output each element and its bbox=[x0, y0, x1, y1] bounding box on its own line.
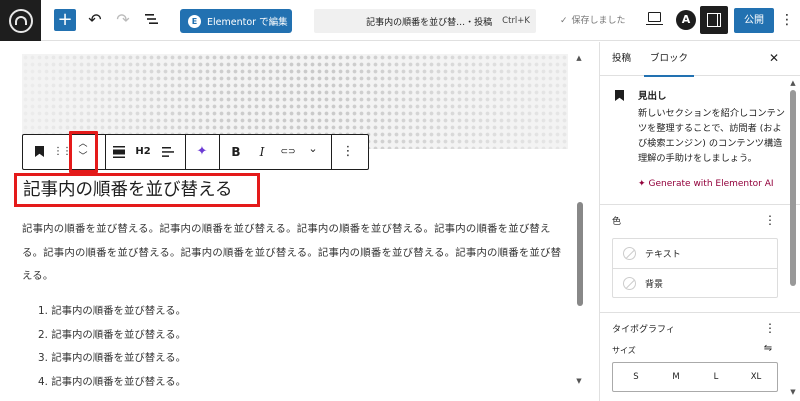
more-rich-text-chevron-icon[interactable]: ⌄ bbox=[306, 135, 320, 169]
edit-with-elementor-button[interactable]: E Elementor で編集 bbox=[180, 9, 292, 33]
list-item[interactable]: 4. 記事内の順番を並び替える。 bbox=[38, 371, 186, 395]
paragraph-block[interactable]: 記事内の順番を並び替える。記事内の順番を並び替える。記事内の順番を並び替える。記… bbox=[22, 218, 570, 289]
ai-sparkle-icon: ✦ bbox=[638, 179, 646, 189]
command-palette-button[interactable]: 記事内の順番を並び替…・投稿 Ctrl+K bbox=[314, 9, 536, 33]
block-mover-buttons[interactable]: ︿ ﹀ bbox=[75, 138, 91, 164]
block-description: 新しいセクションを紹介しコンテンツを整理することで、訪問者 (および検索エンジン… bbox=[638, 108, 785, 164]
elementor-icon: E bbox=[188, 14, 201, 28]
plus-icon: + bbox=[57, 9, 73, 30]
list-item[interactable]: 3. 記事内の順番を並び替える。 bbox=[38, 347, 186, 371]
editor-canvas: ⋮⋮ H2 ✦ B I ⊂⊃ ⌄ ⋮ ︿ ﹀ 記事内の順番を並び替える 記事内の… bbox=[0, 42, 589, 401]
italic-button[interactable]: I bbox=[255, 135, 269, 169]
heading-block[interactable]: 記事内の順番を並び替える bbox=[14, 173, 260, 207]
undo-icon[interactable]: ↶ bbox=[84, 9, 106, 31]
background-color-swatch bbox=[623, 277, 636, 290]
text-align-icon[interactable] bbox=[159, 135, 177, 169]
font-size-picker: S M L XL bbox=[612, 362, 778, 392]
elementor-button-label: Elementor で編集 bbox=[207, 17, 288, 28]
document-overview-icon[interactable] bbox=[141, 9, 163, 31]
astra-icon[interactable]: A bbox=[676, 10, 696, 30]
color-text-label: テキスト bbox=[645, 250, 681, 260]
move-down-icon[interactable]: ﹀ bbox=[75, 151, 91, 164]
size-option-xl[interactable]: XL bbox=[746, 363, 766, 391]
list-view-icon bbox=[145, 14, 158, 24]
canvas-scrollbar[interactable] bbox=[577, 202, 583, 306]
align-icon[interactable] bbox=[109, 135, 129, 169]
settings-sidebar: 投稿 ブロック ✕ 見出し 新しいセクションを紹介しコンテンツを整理することで、… bbox=[599, 42, 800, 401]
color-options-icon[interactable]: ⋮ bbox=[764, 214, 776, 226]
generate-ai-label: Generate with Elementor AI bbox=[648, 179, 774, 189]
size-option-m[interactable]: M bbox=[666, 363, 686, 391]
settings-toggle-button[interactable] bbox=[700, 6, 728, 34]
ai-sparkle-icon[interactable]: ✦ bbox=[193, 135, 211, 169]
check-icon: ✓ bbox=[560, 16, 568, 26]
close-icon[interactable]: ✕ bbox=[767, 51, 781, 65]
color-section-title: 色 bbox=[612, 217, 622, 227]
bold-button[interactable]: B bbox=[229, 135, 243, 169]
generate-ai-link[interactable]: ✦ Generate with Elementor AI bbox=[638, 179, 774, 189]
heading-level-button[interactable]: H2 bbox=[133, 135, 153, 169]
command-shortcut: Ctrl+K bbox=[502, 16, 530, 26]
preview-icon[interactable] bbox=[646, 12, 663, 25]
saved-status: ✓ 保存しました bbox=[560, 13, 626, 26]
options-more-icon[interactable]: ⋮ bbox=[780, 9, 794, 31]
sidebar-scroll-down-icon[interactable]: ▼ bbox=[789, 388, 797, 396]
color-text-button[interactable]: テキスト bbox=[613, 239, 777, 268]
typography-options-icon[interactable]: ⋮ bbox=[764, 322, 776, 334]
redo-icon[interactable]: ↷ bbox=[112, 9, 134, 31]
sidebar-tabs: 投稿 ブロック ✕ bbox=[600, 42, 800, 77]
font-size-label: サイズ bbox=[612, 346, 636, 355]
logo-icon bbox=[8, 8, 33, 33]
color-background-button[interactable]: 背景 bbox=[613, 269, 777, 298]
tab-block[interactable]: ブロック bbox=[643, 42, 695, 77]
block-options-more-icon[interactable]: ⋮ bbox=[341, 135, 355, 169]
sidebar-scrollbar[interactable] bbox=[790, 90, 796, 286]
list-item[interactable]: 2. 記事内の順番を並び替える。 bbox=[38, 324, 186, 348]
list-item[interactable]: 1. 記事内の順番を並び替える。 bbox=[38, 300, 186, 324]
tab-post[interactable]: 投稿 bbox=[612, 42, 631, 76]
typography-section-title: タイポグラフィ bbox=[612, 325, 675, 335]
heading-block-icon bbox=[615, 90, 624, 101]
size-option-s[interactable]: S bbox=[626, 363, 646, 391]
move-up-icon[interactable]: ︿ bbox=[75, 138, 91, 151]
link-icon[interactable]: ⊂⊃ bbox=[279, 135, 297, 169]
command-title: 記事内の順番を並び替…・投稿 bbox=[366, 17, 493, 28]
canvas-scroll-up-icon[interactable]: ▲ bbox=[575, 54, 583, 62]
heading-block-icon[interactable] bbox=[31, 135, 47, 169]
ordered-list-block[interactable]: 1. 記事内の順番を並び替える。 2. 記事内の順番を並び替える。 3. 記事内… bbox=[38, 300, 186, 394]
canvas-scroll-down-icon[interactable]: ▼ bbox=[575, 377, 583, 385]
editor-top-bar: + ↶ ↷ E Elementor で編集 記事内の順番を並び替…・投稿 Ctr… bbox=[0, 0, 800, 41]
sidebar-scroll-up-icon[interactable]: ▲ bbox=[789, 79, 797, 87]
site-logo-button[interactable] bbox=[0, 0, 41, 41]
custom-size-tune-icon[interactable]: ⇋ bbox=[762, 343, 774, 354]
add-block-button[interactable]: + bbox=[54, 9, 76, 31]
sidebar-panel-icon bbox=[707, 13, 721, 27]
text-color-swatch bbox=[623, 247, 636, 260]
size-option-l[interactable]: L bbox=[706, 363, 726, 391]
drag-handle-icon[interactable]: ⋮⋮ bbox=[53, 135, 72, 169]
publish-button[interactable]: 公開 bbox=[734, 8, 774, 33]
saved-label: 保存しました bbox=[571, 16, 626, 26]
color-panel: テキスト 背景 bbox=[612, 238, 778, 298]
color-background-label: 背景 bbox=[645, 280, 664, 290]
block-title: 見出し bbox=[638, 91, 667, 102]
